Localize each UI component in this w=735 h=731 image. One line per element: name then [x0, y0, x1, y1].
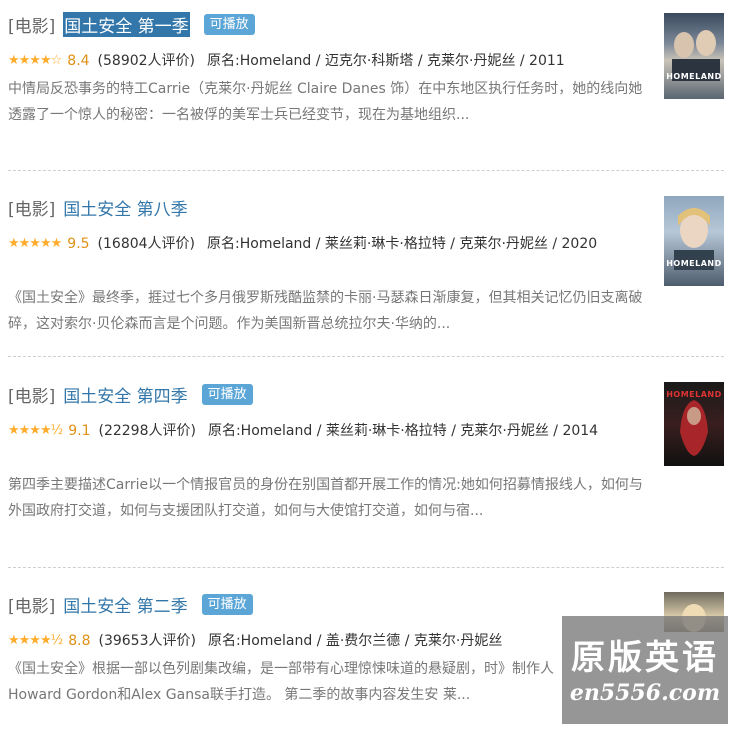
watermark-url: en5556.com: [569, 680, 721, 706]
category-label: [电影]: [8, 199, 56, 220]
divider: [8, 170, 724, 171]
result-meta: ★★★★½ 9.1 (22298人评价) 原名:Homeland / 莱丝莉·琳卡·格…: [8, 418, 638, 444]
category-label: [电影]: [8, 596, 56, 617]
original-name-info: 原名:Homeland / 迈克尔·科斯塔 / 克莱尔·丹妮丝 / 2011: [207, 53, 565, 69]
rating-stars-icon: ★★★★☆: [8, 53, 62, 68]
result-title-link[interactable]: 国土安全 第八季: [63, 195, 187, 220]
category-label: [电影]: [8, 16, 56, 37]
divider: [8, 567, 724, 568]
result-title-link[interactable]: 国土安全 第二季: [63, 592, 187, 617]
rating-stars-icon: ★★★★½: [8, 423, 63, 438]
rating-stars-icon: ★★★★★: [8, 236, 62, 251]
poster-image[interactable]: HOMELAND: [664, 382, 724, 466]
result-description: 《国土安全》根据一部以色列剧集改编，是一部带有心理惊悚味道的悬疑剧，时》制作人H…: [8, 661, 554, 703]
rating-count: (58902人评价): [97, 53, 196, 69]
rating-count: (39653人评价): [98, 633, 196, 649]
result-title-link[interactable]: 国土安全 第四季: [63, 382, 187, 407]
result-description: 《国土安全》最终季，捱过七个多月俄罗斯残酷监禁的卡丽·马瑟森日渐康复，但其相关记…: [8, 290, 643, 332]
result-title-link[interactable]: 国土安全 第一季: [63, 11, 190, 37]
watermark-logo: 原版英语 en5556.com: [562, 616, 728, 724]
playable-badge[interactable]: 可播放: [201, 383, 253, 405]
rating-score: 9.5: [67, 236, 90, 252]
watermark-title: 原版英语: [571, 638, 719, 678]
rating-score: 8.8: [68, 633, 91, 649]
result-meta: ★★★★½ 8.8 (39653人评价) 原名:Homeland / 盖·费尔兰德 /…: [8, 628, 638, 654]
poster-title: HOMELAND: [666, 72, 722, 81]
original-name-info: 原名:Homeland / 莱丝莉·琳卡·格拉特 / 克莱尔·丹妮丝 / 202…: [207, 236, 598, 252]
rating-count: (22298人评价): [98, 423, 196, 439]
result-meta: ★★★★★ 9.5 (16804人评价) 原名:Homeland / 莱丝莉·琳卡·格…: [8, 231, 638, 257]
result-meta: ★★★★☆ 8.4 (58902人评价) 原名:Homeland / 迈克尔·科斯塔 …: [8, 48, 638, 74]
rating-score: 9.1: [68, 423, 91, 439]
playable-badge[interactable]: 可播放: [201, 593, 253, 615]
playable-badge[interactable]: 可播放: [203, 13, 255, 35]
poster-figure-icon: [674, 208, 714, 270]
rating-stars-icon: ★★★★½: [8, 633, 63, 648]
original-name-info: 原名:Homeland / 莱丝莉·琳卡·格拉特 / 克莱尔·丹妮丝 / 201…: [207, 423, 599, 439]
poster-figure-icon: [672, 30, 720, 81]
divider: [8, 356, 724, 357]
category-label: [电影]: [8, 386, 56, 407]
original-name-info: 原名:Homeland / 盖·费尔兰德 / 克莱尔·丹妮丝: [207, 633, 503, 649]
result-description: 第四季主要描述Carrie以一个情报官员的身份在别国首都开展工作的情况:她如何招…: [8, 477, 643, 519]
rating-score: 8.4: [67, 53, 90, 69]
poster-image[interactable]: HOMELAND: [664, 196, 724, 286]
poster-title: HOMELAND: [666, 390, 722, 399]
result-description: 中情局反恐事务的特工Carrie（克莱尔·丹妮丝 Claire Danes 饰）…: [8, 81, 643, 123]
poster-title: HOMELAND: [666, 259, 722, 268]
rating-count: (16804人评价): [97, 236, 196, 252]
poster-image[interactable]: HOMELAND: [664, 13, 724, 99]
